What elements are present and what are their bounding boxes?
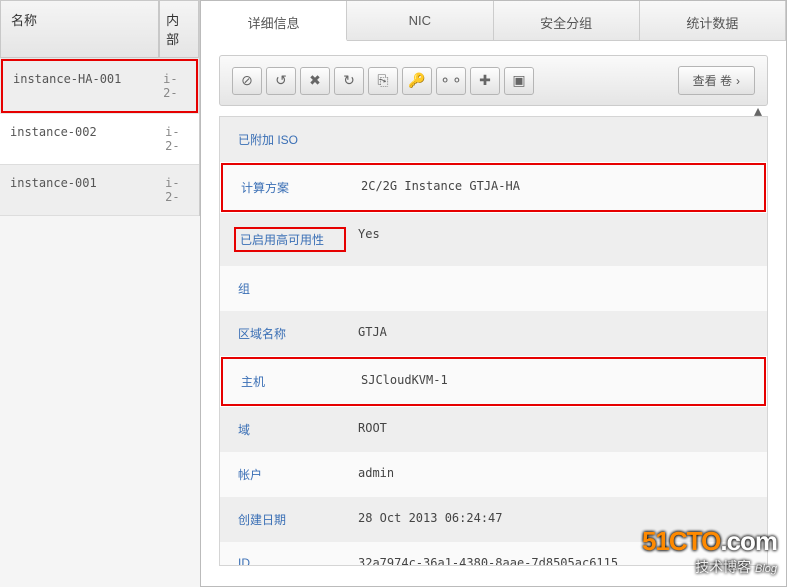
change-service-icon[interactable]: ⚬⚬	[436, 67, 466, 95]
detail-label: 创建日期	[238, 511, 358, 528]
instance-row[interactable]: instance-002 i-2-	[0, 114, 199, 165]
console-icon[interactable]: ▣	[504, 67, 534, 95]
detail-row-account: 帐户 admin	[220, 452, 767, 497]
instance-ip: i-2-	[157, 61, 196, 111]
instance-name: instance-HA-001	[3, 61, 157, 111]
action-toolbar: ⊘ ↺ ✖ ↻ ⎘ 🔑 ⚬⚬ ✚ ▣ 查看 卷 ›	[219, 55, 768, 106]
detail-row-zone: 区域名称 GTJA	[220, 311, 767, 356]
detail-list: 已附加 ISO 计算方案 2C/2G Instance GTJA-HA 已启用高…	[219, 116, 768, 566]
view-volumes-label: 查看 卷	[693, 72, 732, 89]
destroy-icon[interactable]: ✖	[300, 67, 330, 95]
detail-label: ID	[238, 556, 358, 566]
reset-password-icon[interactable]: 🔑	[402, 67, 432, 95]
detail-label: 计算方案	[241, 179, 361, 196]
detail-row-created: 创建日期 28 Oct 2013 06:24:47	[220, 497, 767, 542]
detail-value: 2C/2G Instance GTJA-HA	[361, 179, 520, 196]
refresh-icon[interactable]: ↻	[334, 67, 364, 95]
detail-row-iso: 已附加 ISO	[220, 117, 767, 162]
instance-name: instance-001	[0, 165, 159, 215]
detail-value: 28 Oct 2013 06:24:47	[358, 511, 503, 528]
detail-value: admin	[358, 466, 394, 483]
tab-details[interactable]: 详细信息	[201, 1, 347, 41]
chevron-right-icon: ›	[736, 74, 740, 88]
detail-row-domain: 域 ROOT	[220, 407, 767, 452]
detail-label: 已启用高可用性	[234, 227, 346, 252]
scroll-up-icon[interactable]: ▴	[754, 101, 768, 115]
instance-row[interactable]: instance-HA-001 i-2-	[1, 59, 198, 113]
migrate-icon[interactable]: ✚	[470, 67, 500, 95]
detail-label: 组	[238, 280, 358, 297]
detail-label: 帐户	[238, 466, 358, 483]
detail-panel: 详细信息 NIC 安全分组 统计数据 ⊘ ↺ ✖ ↻ ⎘ 🔑 ⚬⚬ ✚ ▣ 查看…	[200, 0, 787, 587]
reboot-icon[interactable]: ↺	[266, 67, 296, 95]
detail-label: 区域名称	[238, 325, 358, 342]
tab-stats[interactable]: 统计数据	[640, 1, 786, 40]
tab-nic[interactable]: NIC	[347, 1, 493, 40]
detail-value: ROOT	[358, 421, 387, 438]
tab-bar: 详细信息 NIC 安全分组 统计数据	[201, 1, 786, 41]
instance-row[interactable]: instance-001 i-2-	[0, 165, 199, 216]
attach-iso-icon[interactable]: ⎘	[368, 67, 398, 95]
col-internal: 内部	[159, 0, 199, 58]
instance-name: instance-002	[0, 114, 159, 164]
instance-list-panel: 名称 内部 instance-HA-001 i-2- instance-002 …	[0, 0, 200, 216]
detail-row-id: ID 32a7974c-36a1-4380-8aae-7d8505ac6115	[220, 542, 767, 566]
tab-security-group[interactable]: 安全分组	[494, 1, 640, 40]
view-volumes-button[interactable]: 查看 卷 ›	[678, 66, 755, 95]
detail-row-offering: 计算方案 2C/2G Instance GTJA-HA	[221, 163, 766, 212]
detail-value: 32a7974c-36a1-4380-8aae-7d8505ac6115	[358, 556, 618, 566]
instance-ip: i-2-	[159, 165, 199, 215]
detail-value: Yes	[358, 227, 380, 252]
detail-value: GTJA	[358, 325, 387, 342]
col-name: 名称	[0, 0, 159, 58]
detail-row-host: 主机 SJCloudKVM-1	[221, 357, 766, 406]
detail-label: 已附加 ISO	[238, 131, 358, 148]
instance-ip: i-2-	[159, 114, 199, 164]
detail-row-group: 组	[220, 266, 767, 311]
detail-label: 域	[238, 421, 358, 438]
stop-icon[interactable]: ⊘	[232, 67, 262, 95]
detail-label: 主机	[241, 373, 361, 390]
detail-value: SJCloudKVM-1	[361, 373, 448, 390]
detail-row-ha: 已启用高可用性 Yes	[220, 213, 767, 266]
